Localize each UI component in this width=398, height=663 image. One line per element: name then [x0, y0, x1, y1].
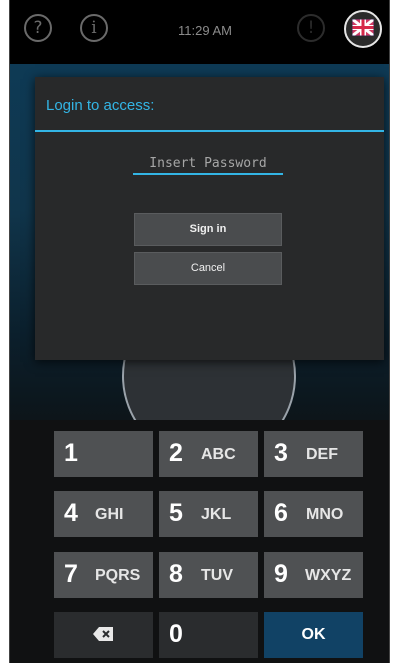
key-letters: DEF — [306, 446, 338, 463]
backspace-icon — [93, 627, 113, 641]
cancel-button[interactable]: Cancel — [134, 252, 282, 285]
key-digit: 0 — [169, 620, 183, 648]
numeric-keypad: 1 2 ABC 3 DEF 4 GHI 5 JKL 6 MNO 7 PQRS 8… — [10, 420, 389, 663]
key-5[interactable]: 5 JKL — [159, 491, 258, 537]
key-letters: ABC — [201, 446, 236, 463]
key-digit: 8 — [169, 560, 183, 588]
key-letters: GHI — [95, 506, 124, 523]
key-9[interactable]: 9 WXYZ — [264, 552, 363, 598]
backspace-key[interactable] — [54, 612, 153, 658]
login-dialog: Login to access: Sign in Cancel — [35, 77, 384, 360]
password-field[interactable] — [133, 153, 283, 175]
key-3[interactable]: 3 DEF — [264, 431, 363, 477]
key-letters: MNO — [306, 506, 344, 523]
key-letters: JKL — [201, 506, 232, 523]
clock: 11:29 AM — [178, 23, 232, 38]
key-digit: 6 — [274, 499, 288, 527]
key-letters: PQRS — [95, 567, 141, 584]
key-4[interactable]: 4 GHI — [54, 491, 153, 537]
key-digit: 9 — [274, 560, 288, 588]
dialog-title: Login to access: — [46, 97, 155, 114]
key-2[interactable]: 2 ABC — [159, 431, 258, 477]
key-0[interactable]: 0 — [159, 612, 258, 658]
key-6[interactable]: 6 MNO — [264, 491, 363, 537]
help-icon[interactable]: ? — [24, 14, 52, 42]
uk-flag-icon — [352, 19, 374, 36]
key-digit: 2 — [169, 439, 183, 467]
key-8[interactable]: 8 TUV — [159, 552, 258, 598]
title-divider — [35, 130, 384, 132]
ok-key[interactable]: OK — [264, 612, 363, 658]
status-bar: ? i 11:29 AM ! — [10, 0, 389, 64]
info-icon[interactable]: i — [80, 14, 108, 42]
key-1[interactable]: 1 — [54, 431, 153, 477]
sign-in-button[interactable]: Sign in — [134, 213, 282, 246]
key-letters: TUV — [201, 567, 233, 584]
key-letters: WXYZ — [305, 567, 352, 584]
key-digit: 7 — [64, 560, 78, 588]
key-digit: 5 — [169, 499, 183, 527]
key-7[interactable]: 7 PQRS — [54, 552, 153, 598]
language-button[interactable] — [344, 10, 382, 48]
alert-icon: ! — [297, 14, 325, 42]
key-digit: 1 — [64, 439, 78, 467]
ok-label: OK — [301, 626, 326, 643]
key-digit: 4 — [64, 499, 78, 527]
key-digit: 3 — [274, 439, 288, 467]
device-screen: ? i 11:29 AM ! Login to access: Sign in … — [9, 0, 390, 663]
